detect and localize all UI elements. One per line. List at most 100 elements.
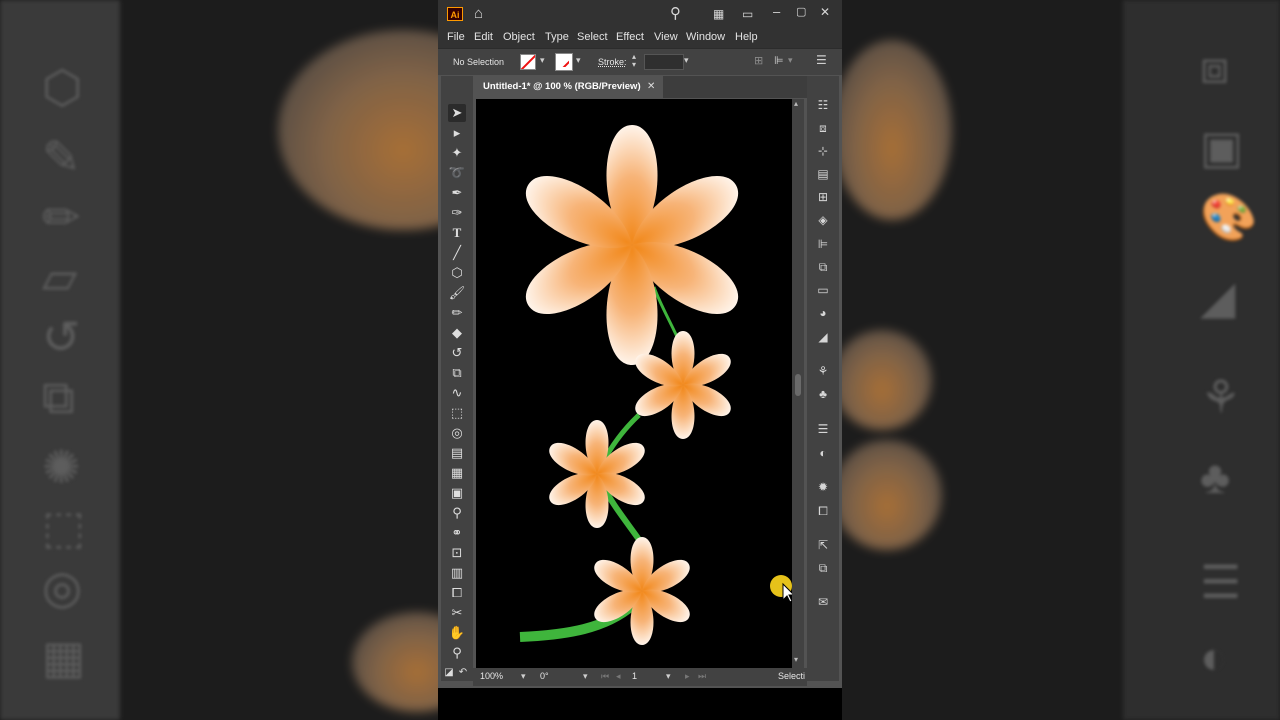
lasso-tool-icon[interactable]: ➰ bbox=[448, 164, 466, 182]
zoom-level[interactable]: 100% bbox=[480, 671, 503, 681]
line-segment-tool-icon[interactable]: ╱ bbox=[448, 244, 466, 262]
control-menu-icon[interactable]: ☰ bbox=[816, 53, 827, 67]
mesh-tool-icon[interactable]: ▦ bbox=[448, 464, 466, 482]
menu-window[interactable]: Window bbox=[686, 30, 725, 45]
hand-tool-icon[interactable]: ✋ bbox=[448, 624, 466, 642]
minimize-icon[interactable]: – bbox=[773, 2, 780, 22]
image-trace-icon[interactable]: ▤ bbox=[815, 166, 831, 182]
zoom-dropdown-icon[interactable]: ▾ bbox=[521, 671, 526, 682]
symbol-sprayer-tool-icon[interactable]: ⊡ bbox=[448, 544, 466, 562]
transparency-icon[interactable]: ◢ bbox=[815, 329, 831, 345]
brushes-club-icon[interactable]: ♣ bbox=[815, 386, 831, 402]
graphic-styles-icon[interactable]: ✹ bbox=[815, 479, 831, 495]
small-flower[interactable] bbox=[589, 537, 695, 645]
blend-tool-icon[interactable]: ⚭ bbox=[448, 524, 466, 542]
artboard-number[interactable]: 1 bbox=[632, 671, 637, 681]
document-tab[interactable]: Untitled-1* @ 100 % (RGB/Preview) ✕ bbox=[473, 76, 663, 98]
artboard-canvas[interactable] bbox=[476, 99, 792, 668]
perspective-grid-tool-icon[interactable]: ▤ bbox=[448, 444, 466, 462]
menu-edit[interactable]: Edit bbox=[474, 30, 493, 45]
links-icon[interactable]: ⇱ bbox=[815, 537, 831, 553]
menu-object[interactable]: Object bbox=[503, 30, 535, 45]
maximize-icon[interactable]: ▢ bbox=[796, 2, 806, 22]
column-graph-tool-icon[interactable]: ▥ bbox=[448, 564, 466, 582]
arrange-documents-icon[interactable]: ▦ bbox=[713, 4, 724, 24]
menu-effect[interactable]: Effect bbox=[616, 30, 644, 45]
asset-export-icon[interactable]: ⧠ bbox=[815, 503, 831, 519]
pathfinder-icon[interactable]: ⧉ bbox=[815, 259, 831, 275]
tab-close-icon[interactable]: ✕ bbox=[647, 76, 655, 98]
libraries-icon[interactable]: ⧈ bbox=[815, 120, 831, 136]
eraser-tool-icon[interactable]: ◆ bbox=[448, 324, 466, 342]
zoom-tool-icon[interactable]: ⚲ bbox=[448, 644, 466, 662]
artboards-icon[interactable]: ⧉ bbox=[815, 560, 831, 576]
stroke-panel-icon[interactable]: ☰ bbox=[815, 421, 831, 437]
selection-tool-icon[interactable]: ➤ bbox=[448, 104, 466, 122]
menu-view[interactable]: View bbox=[654, 30, 678, 45]
pen-tool-icon[interactable]: ✒ bbox=[448, 184, 466, 202]
magic-wand-tool-icon[interactable]: ✦ bbox=[448, 144, 466, 162]
distribute-dropdown-icon[interactable]: ▾ bbox=[788, 55, 793, 66]
stroke-dropdown-icon[interactable]: ▾ bbox=[576, 55, 581, 66]
slice-tool-icon[interactable]: ✂ bbox=[448, 604, 466, 622]
search-icon[interactable]: ⚲ bbox=[670, 4, 681, 24]
scroll-down-icon[interactable]: ▾ bbox=[794, 655, 798, 664]
menu-file[interactable]: File bbox=[447, 30, 465, 45]
stroke-label[interactable]: Stroke: bbox=[598, 57, 627, 67]
scroll-up-icon[interactable]: ▴ bbox=[794, 99, 798, 108]
scale-tool-icon[interactable]: ⧉ bbox=[448, 364, 466, 382]
stroke-weight-input[interactable] bbox=[644, 54, 684, 70]
scroll-thumb[interactable] bbox=[795, 374, 801, 396]
pencil-tool-icon[interactable]: ✏ bbox=[448, 304, 466, 322]
transform-icon[interactable]: ⊹ bbox=[815, 143, 831, 159]
paintbrush-tool-icon[interactable]: 🖌 bbox=[448, 284, 466, 302]
warp-tool-icon[interactable]: ∿ bbox=[448, 384, 466, 402]
align-panel-icon[interactable]: ⊫ bbox=[815, 236, 831, 252]
first-artboard-icon[interactable]: ⏮ bbox=[601, 671, 609, 682]
symbols-icon[interactable]: ⚘ bbox=[815, 363, 831, 379]
properties-icon[interactable]: ☷ bbox=[815, 97, 831, 113]
menu-type[interactable]: Type bbox=[545, 30, 569, 45]
rotation-dropdown-icon[interactable]: ▾ bbox=[583, 671, 588, 682]
shape-builder-tool-icon[interactable]: ◎ bbox=[448, 424, 466, 442]
artboard-tool-icon[interactable]: ⧠ bbox=[448, 584, 466, 602]
stroke-swatch[interactable] bbox=[555, 53, 573, 71]
rotate-tool-icon[interactable]: ↺ bbox=[448, 344, 466, 362]
eyedropper-tool-icon[interactable]: ⚲ bbox=[448, 504, 466, 522]
stroke-weight-dropdown-icon[interactable]: ▾ bbox=[684, 55, 689, 66]
background-scale-icon: ⧉ bbox=[42, 371, 75, 423]
large-flower[interactable] bbox=[515, 125, 749, 365]
background-artboard-icon: ⧈ bbox=[1200, 41, 1230, 93]
stroke-stepper-icon[interactable]: ▴ ▾ bbox=[632, 53, 636, 69]
direct-selection-tool-icon[interactable]: ▸ bbox=[448, 124, 466, 142]
menu-select[interactable]: Select bbox=[577, 30, 608, 45]
align-icon[interactable]: ⊞ bbox=[754, 54, 763, 67]
pathfinder-grid-icon[interactable]: ⊞ bbox=[815, 189, 831, 205]
layers-icon[interactable]: ◈ bbox=[815, 212, 831, 228]
gradient-tool-icon[interactable]: ▣ bbox=[448, 484, 466, 502]
last-artboard-icon[interactable]: ⏭ bbox=[698, 671, 706, 682]
previous-artboard-icon[interactable]: ◂ bbox=[616, 671, 621, 682]
small-flower[interactable] bbox=[544, 420, 650, 528]
free-transform-tool-icon[interactable]: ⬚ bbox=[448, 404, 466, 422]
color-palette-icon[interactable]: ◕ bbox=[815, 305, 831, 321]
next-artboard-icon[interactable]: ▸ bbox=[685, 671, 690, 682]
curvature-tool-icon[interactable]: ✑ bbox=[448, 204, 466, 222]
artboard-dropdown-icon[interactable]: ▾ bbox=[666, 671, 671, 682]
fill-stroke-default-icon[interactable]: ◪ bbox=[443, 664, 455, 682]
close-icon[interactable]: ✕ bbox=[820, 2, 830, 22]
type-tool-icon[interactable]: T bbox=[448, 224, 466, 242]
fill-swatch[interactable] bbox=[520, 54, 536, 70]
appearance-icon[interactable]: ◐ bbox=[815, 445, 831, 461]
home-icon[interactable]: ⌂ bbox=[474, 4, 483, 24]
swap-fill-stroke-icon[interactable]: ↶ bbox=[457, 664, 469, 682]
screen-mode-icon[interactable]: ▭ bbox=[742, 4, 753, 24]
rotation-value[interactable]: 0° bbox=[540, 671, 549, 681]
polygon-tool-icon[interactable]: ⬡ bbox=[448, 264, 466, 282]
distribute-icon[interactable]: ⊫ bbox=[774, 54, 784, 67]
fill-dropdown-icon[interactable]: ▾ bbox=[540, 55, 545, 66]
menu-help[interactable]: Help bbox=[735, 30, 758, 45]
comments-icon[interactable]: ✉ bbox=[815, 594, 831, 610]
gradient-panel-icon[interactable]: ▭ bbox=[815, 282, 831, 298]
vertical-scrollbar[interactable]: ▴ ▾ bbox=[792, 99, 804, 668]
